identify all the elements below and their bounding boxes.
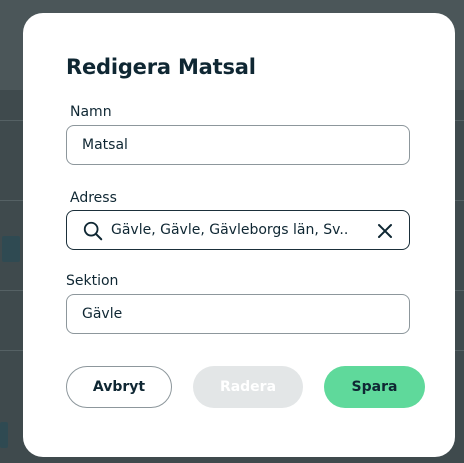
- address-field-value[interactable]: Gävle, Gävle, Gävleborgs län, Sv...: [111, 222, 347, 238]
- address-label: Adress: [70, 190, 117, 206]
- name-field-value[interactable]: Matsal: [82, 137, 128, 153]
- edit-dialog: Redigera Matsal Namn Matsal Adress Gävle…: [23, 13, 455, 457]
- section-field[interactable]: Gävle: [66, 294, 410, 334]
- section-label: Sektion: [66, 273, 119, 289]
- name-label: Namn: [70, 104, 112, 120]
- dialog-title: Redigera Matsal: [66, 55, 256, 79]
- address-field[interactable]: Gävle, Gävle, Gävleborgs län, Sv...: [66, 210, 410, 250]
- section-field-value[interactable]: Gävle: [82, 306, 122, 322]
- delete-button[interactable]: Radera: [193, 366, 303, 408]
- close-icon[interactable]: [375, 221, 395, 241]
- search-icon: [83, 221, 103, 241]
- save-button[interactable]: Spara: [324, 366, 425, 408]
- name-field[interactable]: Matsal: [66, 125, 410, 165]
- background-element: [2, 236, 20, 262]
- background-element: [0, 422, 8, 448]
- cancel-button[interactable]: Avbryt: [66, 366, 172, 408]
